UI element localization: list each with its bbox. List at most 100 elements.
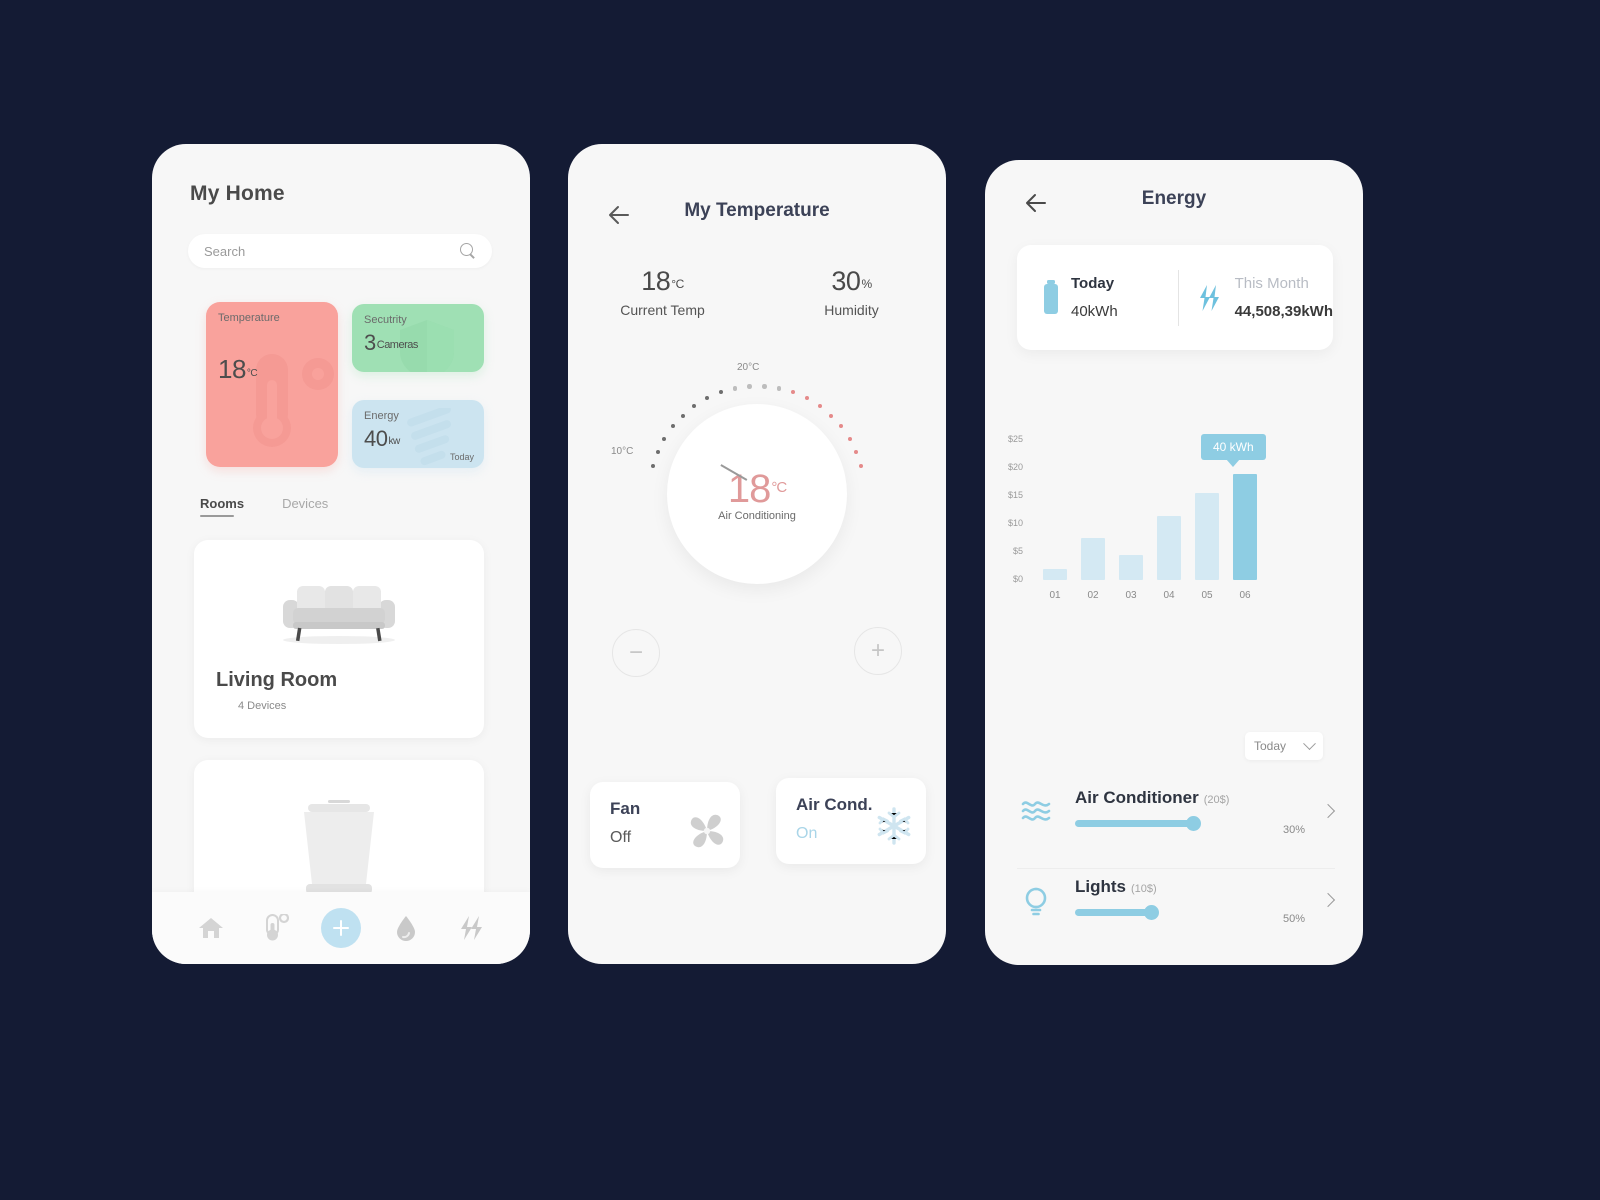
stat-caption: Current Temp (620, 302, 705, 318)
header: Energy (985, 188, 1363, 218)
chart-bar[interactable] (1119, 554, 1143, 580)
chart-bar[interactable] (1195, 493, 1219, 580)
phone-screen-temperature: My Temperature 18°C Current Temp 30% Hum… (568, 144, 946, 964)
chart-x-tick: 01 (1049, 590, 1061, 601)
chevron-down-icon (1303, 736, 1316, 750)
dial-tick-dot (839, 424, 844, 429)
device-card-air-cond[interactable]: Air Cond. On (776, 778, 926, 864)
device-name: Air Conditioner (20$) (1075, 788, 1230, 807)
water-drop-icon (397, 916, 416, 941)
chevron-right-icon[interactable] (1320, 892, 1336, 908)
nav-item-add[interactable] (320, 908, 361, 948)
chart-x-tick: 06 (1239, 590, 1251, 601)
stat-caption: Humidity (824, 302, 879, 318)
sofa-illustration (283, 586, 395, 644)
page-title: Energy (1141, 188, 1207, 209)
energy-device-row-lights[interactable]: Lights (10$) 50% (1017, 868, 1336, 940)
nav-item-energy[interactable] (451, 908, 491, 948)
dial-tick-dot (655, 449, 660, 454)
snowflake-icon (877, 807, 911, 845)
energy-device-row-air-conditioner[interactable]: Air Conditioner (20$) 30% (1017, 780, 1336, 852)
dial-tick-dot (692, 404, 697, 409)
tab-rooms[interactable]: Rooms (200, 496, 244, 517)
stat-card-temperature[interactable]: Temperature 18°C (206, 302, 338, 467)
bolt-icon (1199, 284, 1219, 311)
dial-tick-dot (854, 449, 859, 454)
phone-screen-home: My Home Temperature 18°C Secutrity (152, 144, 530, 964)
stat-card-label: Energy (364, 410, 399, 422)
summary-today: Today 40kWh (1017, 275, 1178, 320)
device-state: Off (610, 829, 632, 846)
nav-item-temperature[interactable] (256, 908, 296, 948)
summary-label: Today (1071, 275, 1115, 292)
stat-value: 18°C (641, 266, 684, 296)
dial-tick-dot (847, 436, 852, 441)
bottom-navigation (152, 892, 530, 964)
fan-icon (690, 814, 724, 848)
chart-y-tick: $0 (1012, 574, 1023, 584)
chart-x-tick: 02 (1087, 590, 1099, 601)
canvas: My Home Temperature 18°C Secutrity (0, 0, 1600, 1200)
chart-x-tick: 03 (1125, 590, 1137, 601)
dial-tick-dot (670, 424, 675, 429)
decrease-temperature-button[interactable]: − (612, 629, 660, 677)
device-slider-track[interactable] (1075, 909, 1152, 916)
header: My Temperature (568, 200, 946, 230)
device-state: On (796, 825, 818, 842)
increase-temperature-button[interactable]: + (854, 627, 902, 675)
stat-card-label: Temperature (218, 312, 280, 324)
tab-bar: Rooms Devices (200, 496, 328, 517)
period-dropdown[interactable]: Today (1245, 732, 1323, 760)
chart-bar[interactable] (1157, 515, 1181, 580)
stat-card-value: 3Cameras (364, 330, 418, 355)
home-icon (198, 918, 223, 938)
thermometer-icon (265, 914, 289, 941)
dial-min-label: 10°C (611, 446, 634, 457)
chart-y-tick: $25 (1007, 434, 1023, 444)
dial-tick-dot (680, 413, 685, 418)
dial-tick-dot (762, 384, 767, 389)
summary-label: This Month (1234, 275, 1309, 292)
dial-tick-dot (747, 384, 752, 389)
stat-card-security[interactable]: Secutrity 3Cameras (352, 304, 484, 372)
dial-face[interactable]: 18°C Air Conditioning (667, 404, 847, 584)
tab-devices[interactable]: Devices (282, 496, 328, 515)
chart-bar[interactable] (1081, 538, 1105, 580)
room-card-living-room[interactable]: Living Room 4 Devices (194, 540, 484, 738)
chevron-right-icon[interactable] (1320, 803, 1336, 819)
chart-bar[interactable] (1233, 473, 1257, 580)
search-field[interactable] (204, 243, 460, 259)
stat-card-value: 18°C (218, 354, 258, 384)
device-slider-knob[interactable] (1143, 905, 1159, 920)
device-name: Air Cond. (796, 795, 873, 814)
room-device-count: 4 Devices (238, 700, 287, 712)
summary-value: 44,508,39kWh (1234, 303, 1333, 320)
phone-screen-energy: Energy Today 40kWh This Month 44,508,39k… (985, 160, 1363, 965)
dial-tick-dot (859, 464, 864, 469)
device-slider-knob[interactable] (1186, 816, 1202, 831)
stat-value: 30% (831, 266, 872, 296)
chart-y-tick: $10 (1007, 518, 1023, 528)
stat-card-sub: Today (449, 452, 474, 462)
nav-item-home[interactable] (191, 908, 231, 948)
stat-card-energy[interactable]: Energy 40kw Today (352, 400, 484, 468)
chart-x-tick: 05 (1201, 590, 1213, 601)
dial-tick-dot (732, 386, 738, 391)
summary-this-month: This Month 44,508,39kWh (1179, 275, 1333, 320)
stat-card-value: 40kw (364, 426, 400, 451)
device-slider-track[interactable] (1075, 820, 1195, 827)
chart-bar[interactable] (1043, 568, 1067, 580)
add-button[interactable] (320, 908, 361, 948)
chart-y-tick: $5 (1012, 546, 1023, 556)
dial-tick-dot (718, 390, 723, 395)
battery-icon (1044, 279, 1058, 314)
room-name: Living Room (216, 669, 338, 691)
nav-item-humidity[interactable] (386, 908, 426, 948)
dial-tick-dot (829, 413, 834, 418)
device-name: Fan (610, 799, 641, 818)
search-input[interactable] (188, 234, 492, 268)
device-card-fan[interactable]: Fan Off (590, 782, 740, 868)
dial-tick-dot (791, 390, 796, 395)
temperature-dial[interactable]: 20°C 10°C 18°C Air Conditioning (611, 362, 877, 596)
dial-tick-dot (662, 436, 667, 441)
